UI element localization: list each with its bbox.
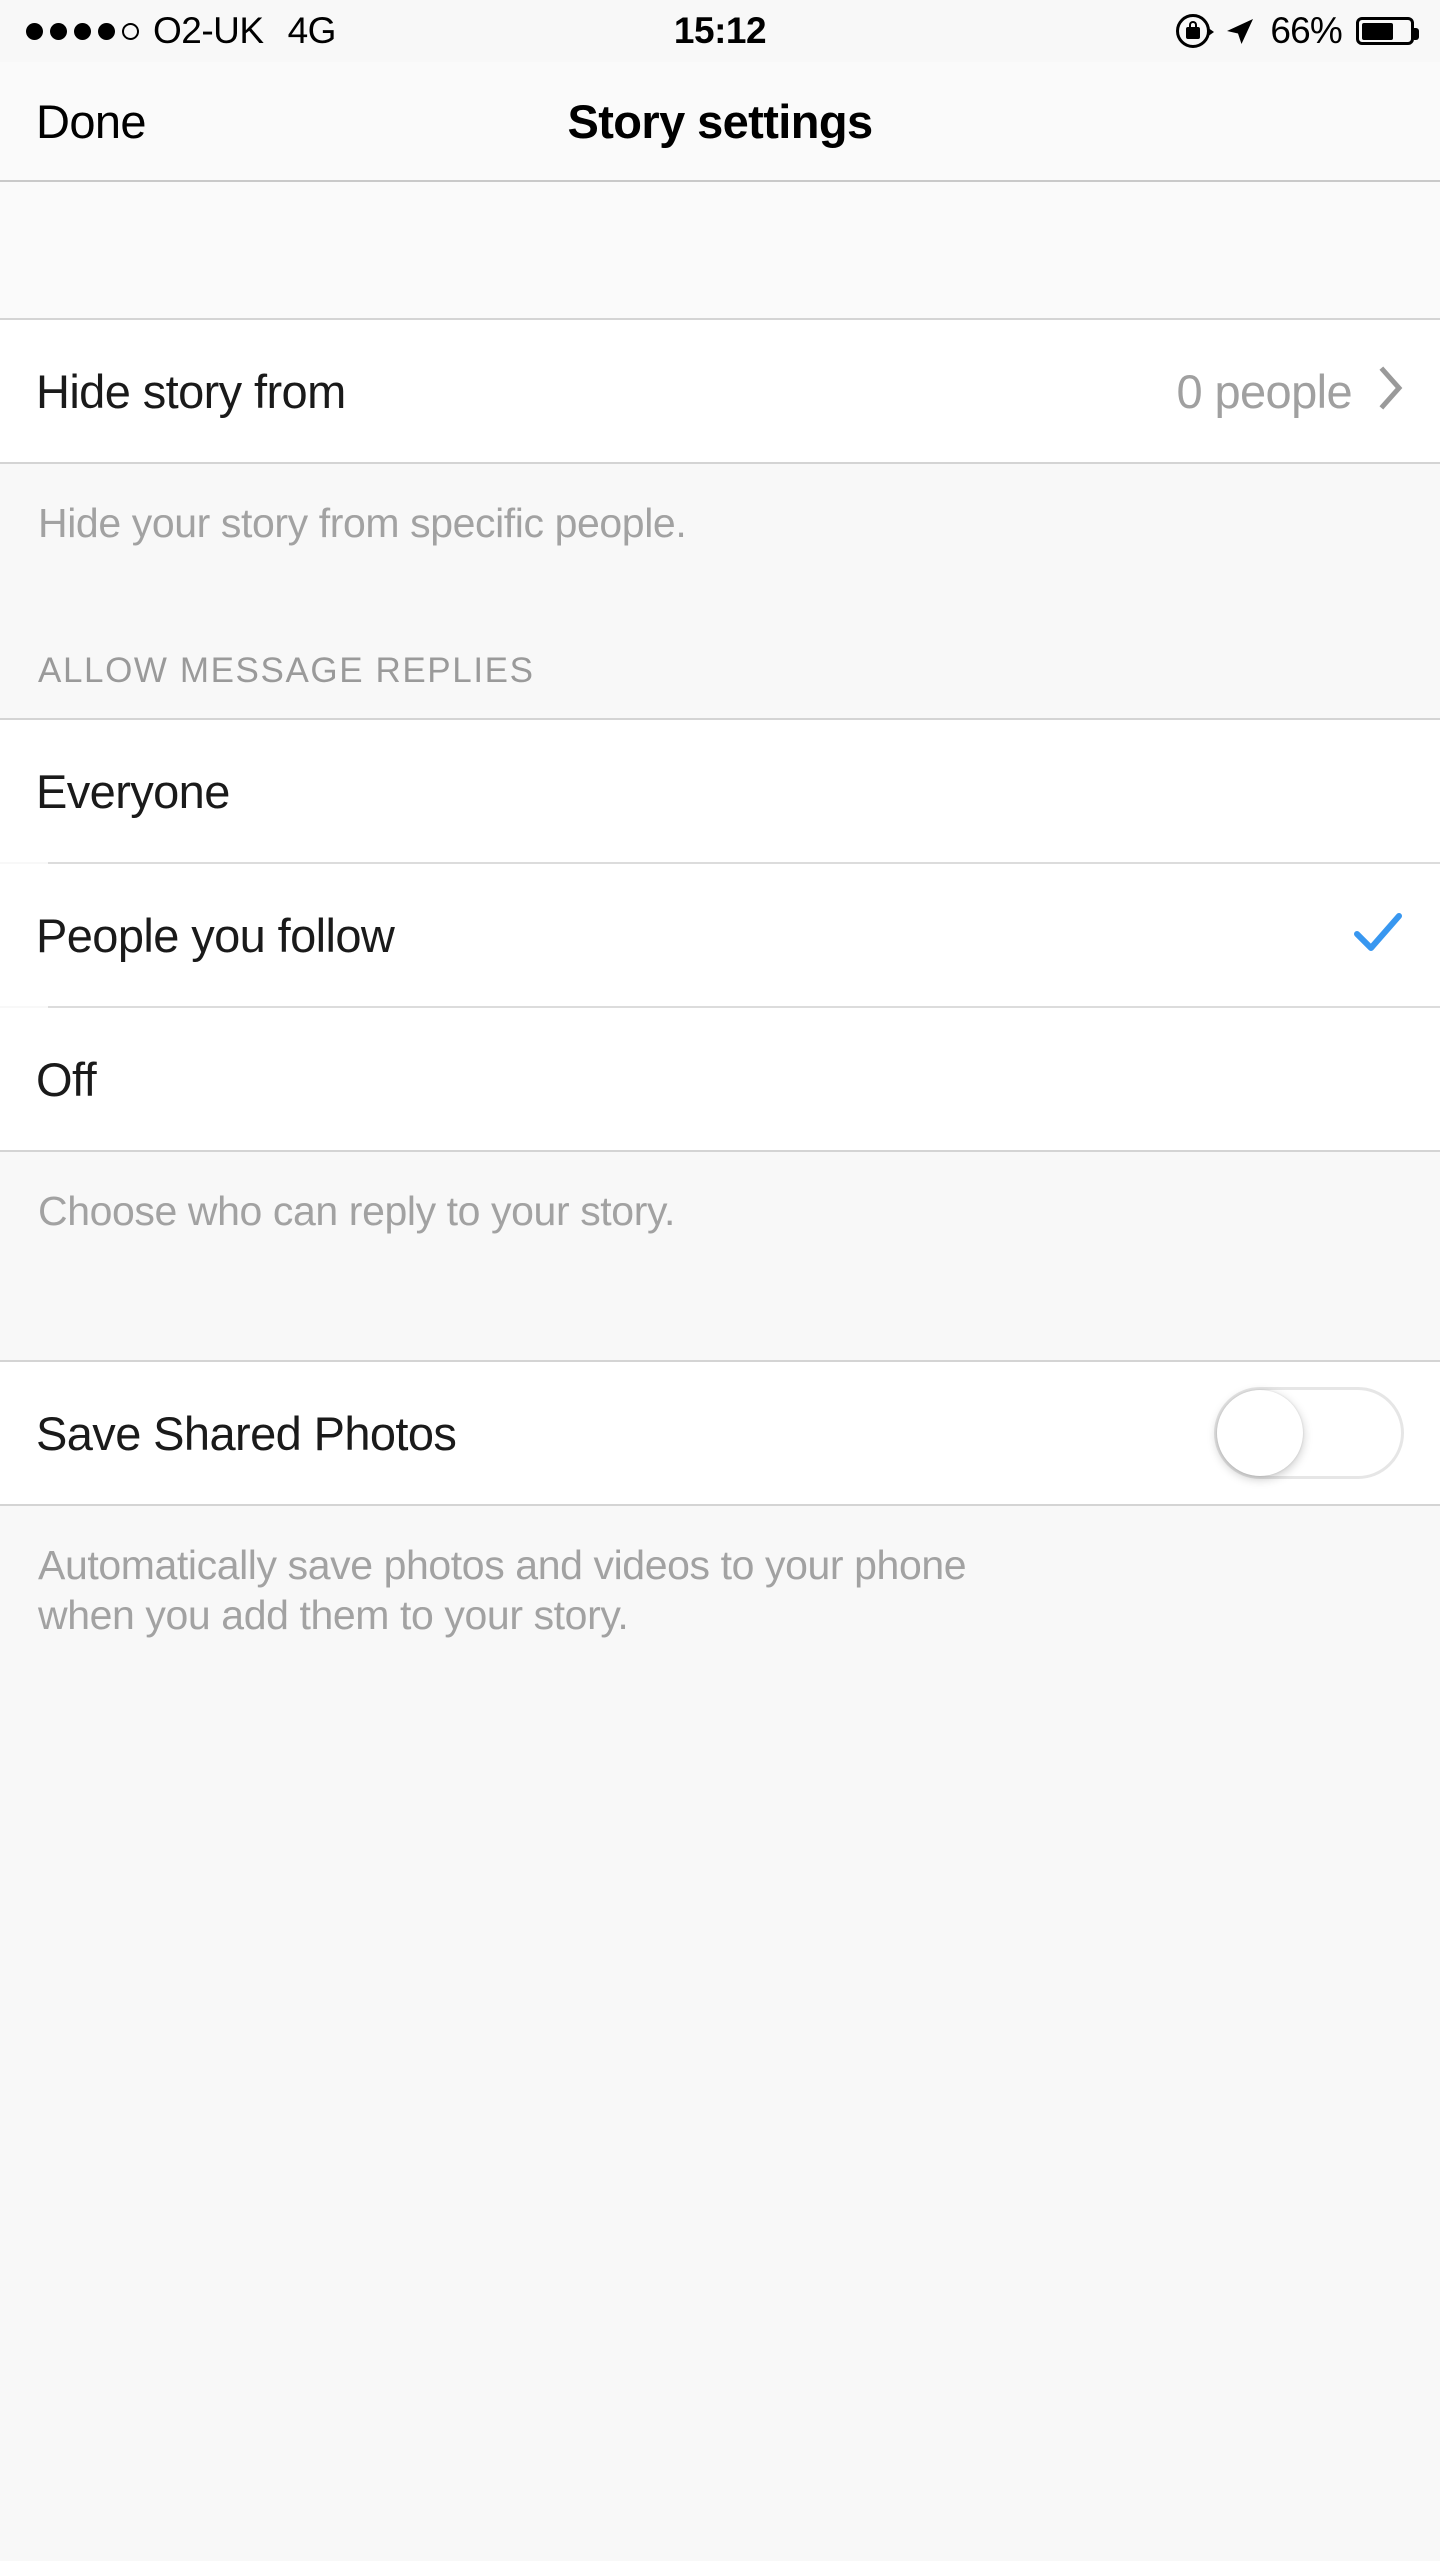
hide-story-footer: Hide your story from specific people. bbox=[0, 464, 1440, 624]
location-arrow-icon bbox=[1227, 19, 1254, 44]
page-title: Story settings bbox=[567, 94, 874, 148]
reply-option-label: Off bbox=[36, 1052, 97, 1106]
hide-story-footer-text: Hide your story from specific people. bbox=[38, 500, 687, 546]
story-settings-screen: O2-UK 4G 15:12 66% Done Story settings H… bbox=[0, 0, 1440, 2561]
reply-option-off[interactable]: Off bbox=[0, 1008, 1440, 1150]
hide-story-from-row[interactable]: Hide story from 0 people bbox=[0, 320, 1440, 462]
navigation-bar: Done Story settings bbox=[0, 62, 1440, 182]
chevron-right-icon bbox=[1378, 365, 1404, 417]
battery-percentage: 66% bbox=[1270, 10, 1342, 51]
allow-replies-footer: Choose who can reply to your story. bbox=[0, 1152, 1440, 1360]
save-photos-footer-line-2: when you add them to your story. bbox=[38, 1592, 629, 1639]
toggle-knob bbox=[1217, 1390, 1303, 1476]
reply-option-people-you-follow[interactable]: People you follow bbox=[0, 864, 1440, 1006]
reply-option-label: Everyone bbox=[36, 764, 230, 818]
allow-message-replies-header: ALLOW MESSAGE REPLIES bbox=[0, 624, 1440, 720]
save-shared-photos-row[interactable]: Save Shared Photos bbox=[0, 1362, 1440, 1504]
top-spacer bbox=[0, 182, 1440, 320]
hide-story-from-value: 0 people bbox=[1176, 364, 1352, 418]
save-shared-photos-footer: Automatically save photos and videos to … bbox=[0, 1506, 1440, 1681]
save-shared-photos-label: Save Shared Photos bbox=[36, 1406, 457, 1460]
status-bar: O2-UK 4G 15:12 66% bbox=[0, 0, 1440, 62]
reply-option-everyone[interactable]: Everyone bbox=[0, 720, 1440, 862]
save-shared-photos-toggle[interactable] bbox=[1214, 1387, 1404, 1479]
rotation-lock-icon bbox=[1176, 14, 1215, 48]
hide-story-from-label: Hide story from bbox=[36, 364, 346, 418]
checkmark-icon bbox=[1352, 907, 1404, 964]
save-photos-footer-line-1: Automatically save photos and videos to … bbox=[38, 1542, 967, 1588]
reply-option-label: People you follow bbox=[36, 908, 395, 962]
allow-replies-footer-text: Choose who can reply to your story. bbox=[38, 1188, 675, 1234]
page-background-fill bbox=[0, 1680, 1440, 2561]
battery-icon bbox=[1356, 17, 1419, 45]
status-bar-right: 66% bbox=[1176, 0, 1419, 62]
